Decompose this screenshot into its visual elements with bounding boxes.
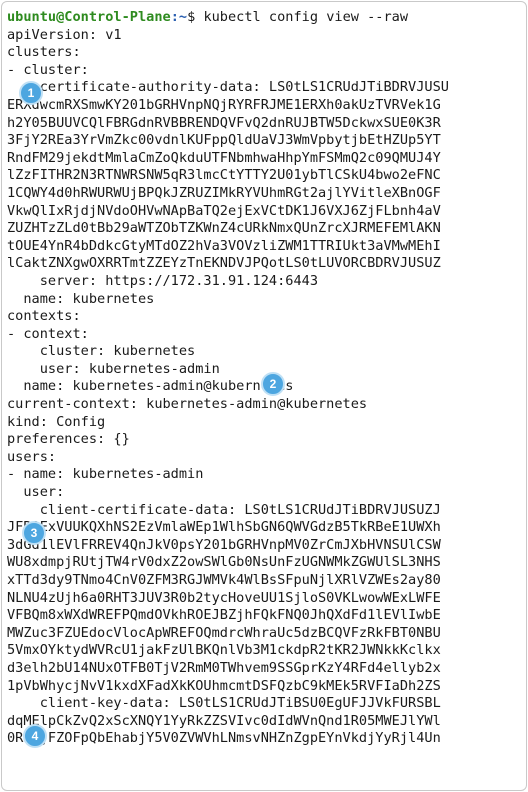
output-line: users: — [7, 448, 57, 465]
output-line: apiVersion: v1 — [7, 26, 122, 43]
output-line: preferences: {} — [7, 431, 130, 448]
output-line: 3FjY2REa3YrVmZkc00vdnlKUFppQldUaVJ3WmVpb… — [7, 132, 441, 149]
output-line: VFBQm8xWXdWREFPQmdOVkhROEJBZjhFQkFNQ0JhQ… — [7, 607, 441, 624]
output-line: client-key-data: LS0tLS1CRUdJTiBSU0EgUFJ… — [7, 695, 441, 712]
output-line: ERXdwcmRXSmwKY201bGRHVnpNQjRYRFRJME1ERXh… — [7, 96, 441, 113]
output-line: WU8xdmpjRUtjTW4rV0dxZ2owSWlGb0NsUnFzUGNW… — [7, 554, 441, 571]
prompt-symbol: $ — [187, 9, 204, 25]
output-line: kind: Config — [7, 413, 106, 430]
output-line: xTTd3dy9TNmo4CnV0ZFM3RGJWMVk4WlBsSFpuNjl… — [7, 572, 441, 588]
output-line: 0RiVjFZOFpQbEhabjY5V0ZVWVhLNmsvNHZnZgpEY… — [7, 730, 441, 747]
prompt-path: :~ — [170, 9, 188, 25]
annotation-badge-1: 1 — [19, 81, 43, 105]
output-line: - name: kubernetes-admin — [7, 466, 204, 483]
output-line: 1pVbWhycjNvV1kxdXFadXkKOUhmcmtDSFQzbC9kM… — [7, 677, 441, 694]
output-line: lCaktZNXgwOXRRTmtZZEYzTnEKNDVJPQotLS0tLU… — [7, 255, 441, 272]
output-line: d3elh2bU14NUxOTFB0TjV2RmM0TWhvem9SSGprKz… — [7, 659, 441, 676]
annotation-badge-4: 4 — [23, 724, 47, 748]
output-line: JFR0ExVUUKQXhNS2EzVmlaWEp1WlhSbGN6QWVGdz… — [7, 519, 441, 536]
output-line: ZUZHTzZLd0tBb29aWTZObTZKWnZ4cURkNmxQUnZr… — [7, 220, 441, 237]
output-line: user: — [7, 484, 65, 501]
output-line: cluster: kubernetes — [7, 343, 196, 360]
output-line: contexts: — [7, 308, 81, 325]
output-line: server: https://172.31.91.124:6443 — [7, 272, 318, 289]
output-line: NLNU4zUjh6a0RHT3JUV3R0b2tycHoveUU1SjloS0… — [7, 589, 441, 606]
output-line: MWZuc3FZUEdocVlocApWREFOQmdrcWhraUc5dzBC… — [7, 624, 441, 641]
output-line: certificate-authority-data: LS0tLS1CRUdJ… — [7, 79, 449, 96]
command-prompt-line: ubuntu@Control-Plane:~$ kubectl config v… — [7, 9, 526, 27]
terminal-window: ubuntu@Control-Plane:~$ kubectl config v… — [1, 1, 527, 791]
output-line: 3dGd1lEVlFRREV4QnJkV0psY201bGRHVnpMV0ZrC… — [7, 536, 441, 553]
command-text: kubectl config view --raw — [203, 9, 409, 25]
annotation-badge-3: 3 — [22, 521, 46, 545]
output-line: RndFM29jekdtMmlaCmZoQkduUTFNbmhwaHhpYmFS… — [7, 149, 441, 166]
output-line: client-certificate-data: LS0tLS1CRUdJTiB… — [7, 501, 441, 518]
output-line: h2Y05BUUVCQlFBRGdnRVBBRENDQVFvQ2dnRUJBTW… — [7, 114, 441, 131]
output-line: 1CQWY4d0hRWURWUjBPQkJZRUZIMkRYVUhmRGt2aj… — [7, 184, 441, 201]
output-line: lZzFITHR2N3RTNWRSNW5qR3lmcCtYTTY2U01ybTl… — [7, 167, 441, 184]
prompt-user-host: ubuntu@Control-Plane — [7, 9, 171, 25]
output-line: current-context: kubernetes-admin@kubern… — [7, 396, 368, 413]
output-line: 5VmxOYktydWVRcU1jakFzUlBKQnlVb3M1ckdpR2t… — [7, 642, 441, 659]
output-line: VkwQlIxRjdjNVdoOHVwNApBaTQ2ejExVCtDK1J6V… — [7, 202, 441, 219]
output-line: clusters: — [7, 44, 81, 61]
output-line: name: kubernetes — [7, 290, 155, 307]
output-line: dqMElpCkZvQ2xScXNQY1YyRkZZSVIvc0dIdWVnQn… — [7, 712, 441, 729]
output-line: - context: — [7, 325, 89, 342]
output-line: - cluster: — [7, 61, 89, 78]
output-line: tOUE4YnR4bDdkcGtyMTdOZ2hVa3VOVzliZWM1TTR… — [7, 237, 441, 254]
annotation-badge-2: 2 — [261, 372, 285, 396]
